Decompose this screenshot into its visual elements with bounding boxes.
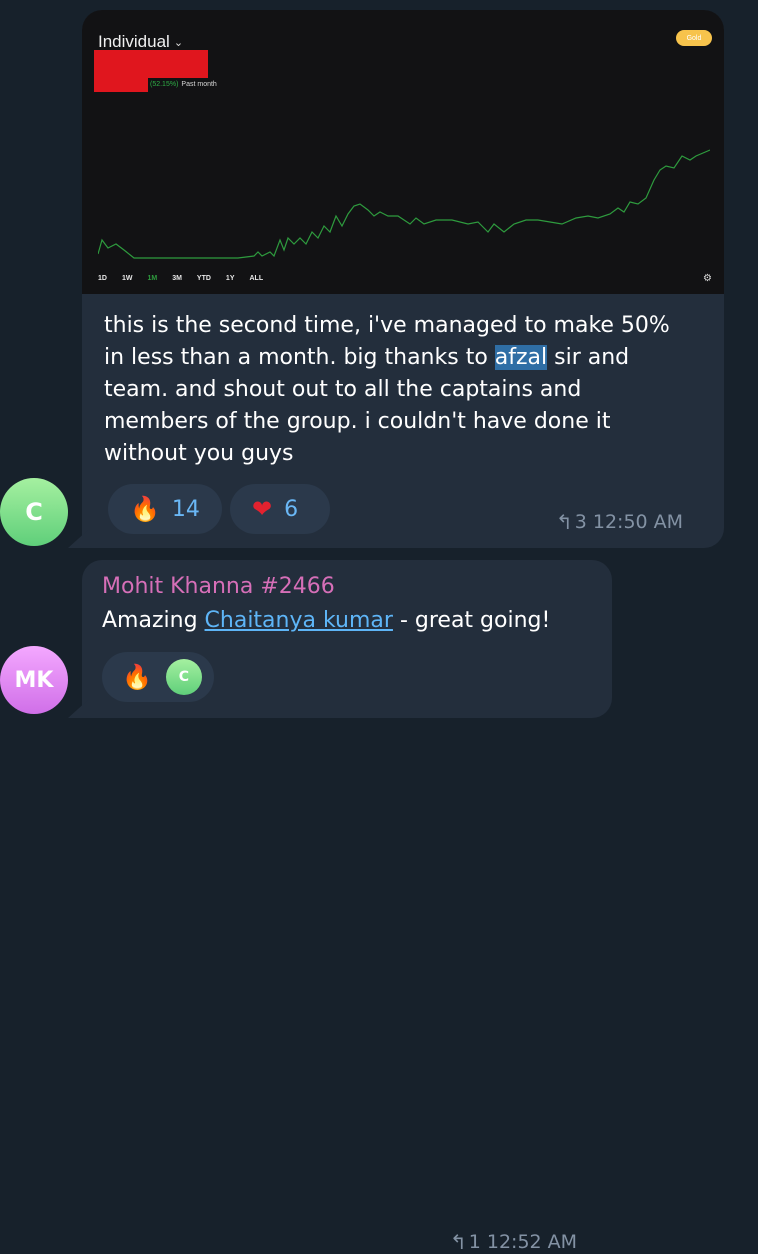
- reply-arrow-icon[interactable]: ↰: [450, 1230, 467, 1254]
- period-label: Past month: [181, 81, 217, 88]
- gear-icon: ⚙: [703, 273, 712, 284]
- account-label: Individual: [98, 32, 170, 51]
- reaction-heart[interactable]: ❤ 6: [230, 484, 330, 534]
- portfolio-line: [98, 149, 710, 259]
- message-bubble[interactable]: Individual ⌄ (52.15%) Past month Gold 1D 1…: [68, 10, 724, 548]
- message-text: this is the second time, i've managed to…: [104, 310, 684, 470]
- heart-icon: ❤: [252, 495, 273, 523]
- reaction-fire[interactable]: 🔥 14: [108, 484, 222, 534]
- redaction-block: [94, 78, 148, 92]
- percent-value: (52.15%): [150, 81, 179, 88]
- bubble-tail: [68, 530, 88, 548]
- message-text: Amazing Chaitanya kumar - great going!: [102, 608, 550, 633]
- message-text-part: Amazing: [102, 608, 205, 633]
- range-option: ALL: [249, 275, 264, 282]
- reply-count: 1: [468, 1231, 481, 1253]
- gold-badge: Gold: [676, 30, 712, 46]
- avatar-initial: C: [25, 498, 43, 526]
- time-range-selector: 1D 1W 1M 3M YTD 1Y ALL: [98, 275, 278, 282]
- fire-icon: 🔥: [130, 495, 160, 523]
- redaction-block: [94, 50, 208, 78]
- avatar-initials: MK: [14, 667, 54, 693]
- reply-arrow-icon[interactable]: ↰: [556, 510, 573, 534]
- range-option: 1W: [121, 275, 133, 282]
- message-time: 12:50 AM: [592, 511, 684, 533]
- reactor-avatar: C: [165, 659, 202, 695]
- chevron-down-icon: ⌄: [173, 37, 184, 50]
- message-time: 12:52 AM: [486, 1231, 578, 1253]
- attached-screenshot[interactable]: Individual ⌄ (52.15%) Past month Gold 1D 1…: [82, 10, 724, 294]
- reaction-fire[interactable]: 🔥 C: [102, 652, 214, 702]
- message-meta: ↰ 3 12:50 AM: [556, 510, 683, 534]
- sender-name[interactable]: Mohit Khanna #2466: [102, 574, 335, 599]
- message-bubble[interactable]: Mohit Khanna #2466 Amazing Chaitanya kum…: [68, 560, 612, 1254]
- portfolio-line-chart: [98, 149, 710, 259]
- sender-avatar[interactable]: C: [0, 478, 68, 546]
- highlighted-text: afzal: [494, 345, 548, 370]
- reply-count: 3: [574, 511, 587, 533]
- percent-change: (52.15%) Past month: [150, 81, 217, 88]
- message-meta: ↰ 1 12:52 AM: [450, 1230, 577, 1254]
- bubble-tail: [68, 700, 88, 718]
- range-option-active: 1M: [147, 275, 158, 282]
- range-option: 3M: [172, 275, 182, 282]
- user-mention-link[interactable]: Chaitanya kumar: [205, 608, 393, 633]
- range-option: 1D: [98, 275, 107, 282]
- account-selector: Individual ⌄: [98, 32, 183, 52]
- reaction-count: 14: [171, 496, 200, 522]
- message-text-part: - great going!: [392, 608, 551, 633]
- fire-icon: 🔥: [122, 663, 152, 691]
- range-option: YTD: [196, 275, 211, 282]
- sender-avatar[interactable]: MK: [0, 646, 68, 714]
- range-option: 1Y: [225, 275, 235, 282]
- reaction-count: 6: [284, 496, 299, 522]
